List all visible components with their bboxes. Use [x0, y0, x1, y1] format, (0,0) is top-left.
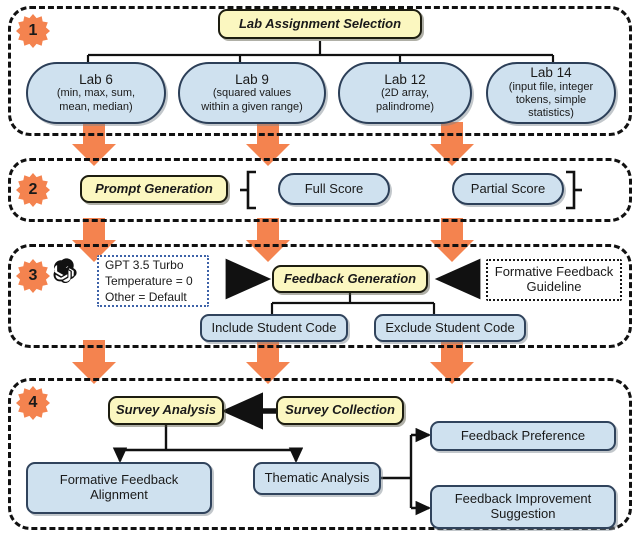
thematic-analysis-node[interactable]: Thematic Analysis — [253, 462, 381, 495]
lab-6-name: Lab 6 — [79, 71, 113, 87]
formative-feedback-alignment-node[interactable]: Formative Feedback Alignment — [26, 462, 212, 514]
model-config-line-2: Temperature = 0 — [105, 273, 193, 288]
model-config-line-3: Other = Default — [105, 290, 187, 305]
feedback-improvement-suggestion-node[interactable]: Feedback Improvement Suggestion — [430, 485, 616, 529]
partial-score-node[interactable]: Partial Score — [452, 173, 564, 205]
lab-14-desc: (input file, integer tokens, simple statis… — [508, 80, 594, 120]
lab-12-desc: (2D array, palindrome) — [375, 87, 435, 113]
feedback-generation-node[interactable]: Feedback Generation — [272, 265, 428, 293]
lab-node-lab-9[interactable]: Lab 9 (squared values within a given rang… — [178, 62, 326, 124]
lab-14-name: Lab 14 — [530, 65, 572, 81]
survey-analysis-node[interactable]: Survey Analysis — [108, 396, 224, 425]
lab-node-lab-14[interactable]: Lab 14 (input file, integer tokens, simpl… — [486, 62, 616, 124]
full-score-node[interactable]: Full Score — [278, 173, 390, 205]
lab-node-lab-6[interactable]: Lab 6 (min, max, sum, mean, median) — [26, 62, 166, 124]
formative-feedback-guideline-node: Formative Feedback Guideline — [486, 259, 622, 301]
include-student-code-node[interactable]: Include Student Code — [200, 314, 348, 342]
survey-collection-node[interactable]: Survey Collection — [276, 396, 404, 425]
prompt-generation-node[interactable]: Prompt Generation — [80, 175, 228, 203]
lab-12-name: Lab 12 — [384, 71, 426, 87]
model-config-box: GPT 3.5 Turbo Temperature = 0 Other = De… — [97, 255, 209, 307]
lab-node-lab-12[interactable]: Lab 12 (2D array, palindrome) — [338, 62, 472, 124]
model-config-line-1: GPT 3.5 Turbo — [105, 257, 184, 272]
exclude-student-code-node[interactable]: Exclude Student Code — [374, 314, 526, 342]
lab-9-name: Lab 9 — [235, 71, 269, 87]
lab-6-desc: (min, max, sum, mean, median) — [56, 87, 136, 113]
feedback-preference-node[interactable]: Feedback Preference — [430, 421, 616, 451]
flowchart-diagram: 1 Lab Assignment Selection Lab 6 (min, m… — [0, 0, 640, 537]
lab-assignment-selection-node[interactable]: Lab Assignment Selection — [218, 9, 422, 39]
lab-9-desc: (squared values within a given range) — [201, 87, 303, 113]
